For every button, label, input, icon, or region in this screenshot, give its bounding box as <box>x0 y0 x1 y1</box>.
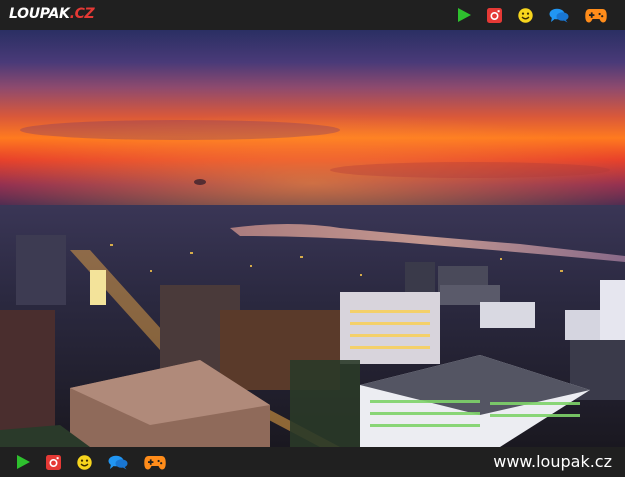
chat-button[interactable] <box>108 447 128 477</box>
play-button[interactable] <box>16 447 30 477</box>
smiley-icon <box>77 454 92 470</box>
city-sunset-photo <box>0 30 625 447</box>
site-logo[interactable]: LOUPAK.CZ <box>9 6 95 22</box>
chat-button[interactable] <box>549 0 569 30</box>
instagram-button[interactable] <box>487 0 502 30</box>
top-bar: LOUPAK.CZ <box>0 0 625 30</box>
site-url-link[interactable]: www.loupak.cz <box>493 452 612 471</box>
instagram-icon <box>46 454 61 470</box>
play-icon <box>458 8 471 22</box>
instagram-icon <box>487 7 502 23</box>
bottom-icon-group <box>8 447 174 477</box>
smiley-button[interactable] <box>77 447 92 477</box>
gamepad-icon <box>585 8 607 22</box>
play-button[interactable] <box>457 0 471 30</box>
logo-tld: .CZ <box>69 6 95 22</box>
games-button[interactable] <box>144 447 166 477</box>
play-icon <box>17 455 30 469</box>
games-button[interactable] <box>585 0 607 30</box>
instagram-button[interactable] <box>46 447 61 477</box>
bottom-bar: www.loupak.cz <box>0 447 625 477</box>
smiley-button[interactable] <box>518 0 533 30</box>
chat-icon <box>549 8 569 22</box>
smiley-icon <box>518 7 533 23</box>
chat-icon <box>108 455 128 469</box>
logo-text: LOUPAK <box>9 6 70 22</box>
gamepad-icon <box>144 455 166 469</box>
top-icon-group <box>449 0 615 30</box>
photo-illustration <box>0 30 625 447</box>
